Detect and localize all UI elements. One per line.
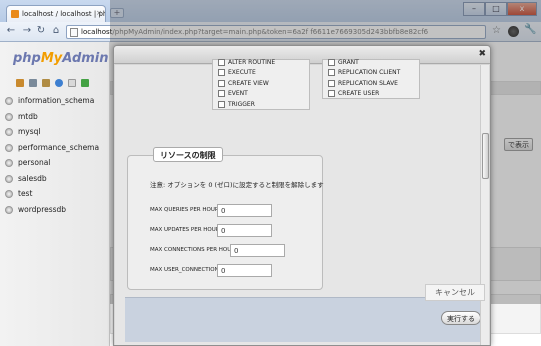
database-icon xyxy=(5,128,13,136)
forward-arrow-icon[interactable]: → xyxy=(20,25,34,36)
privilege-label: TRIGGER xyxy=(228,101,255,108)
privilege-label: GRANT xyxy=(338,59,359,66)
max-user-connections-input[interactable]: 0 xyxy=(217,264,272,277)
home-icon[interactable] xyxy=(16,79,24,87)
checkbox[interactable] xyxy=(218,59,225,66)
dialog-footer: 実行する xyxy=(125,297,481,342)
dialog-close-icon[interactable]: ✖ xyxy=(478,49,486,59)
max-queries-input[interactable]: 0 xyxy=(217,204,272,217)
checkbox[interactable] xyxy=(328,59,335,66)
privilege-label: CREATE VIEW xyxy=(228,80,269,87)
logo-admin-text: Admin xyxy=(62,51,109,66)
nav-icon-row xyxy=(16,79,89,87)
help-icon[interactable] xyxy=(55,79,63,87)
database-icon xyxy=(5,190,13,198)
privilege-label: EXECUTE xyxy=(228,69,256,76)
docs-icon[interactable] xyxy=(68,79,76,87)
checkbox[interactable] xyxy=(328,90,335,97)
database-list: information_schema mtdb mysql performanc… xyxy=(4,96,108,220)
privilege-label: ALTER ROUTINE xyxy=(228,59,276,66)
max-user-connections-label: MAX USER_CONNECTIONS xyxy=(150,267,223,273)
phpmyadmin-logo[interactable]: phpMyAdmin xyxy=(13,51,109,66)
privilege-label: REPLICATION SLAVE xyxy=(338,80,398,87)
database-item[interactable]: performance_schema xyxy=(4,143,108,159)
database-icon xyxy=(5,159,13,167)
privilege-label: REPLICATION CLIENT xyxy=(338,69,401,76)
privilege-checkbox[interactable]: CREATE VIEW xyxy=(218,79,269,88)
privilege-checkbox[interactable]: EXECUTE xyxy=(218,68,256,77)
database-item[interactable]: mtdb xyxy=(4,112,108,128)
database-name: mtdb xyxy=(18,111,38,121)
database-item[interactable]: wordpressdb xyxy=(4,205,108,221)
page-icon xyxy=(70,28,78,37)
url-host: localhost xyxy=(81,28,113,36)
max-connections-input[interactable]: 0 xyxy=(230,244,285,257)
resource-limits-legend: リソースの制限 xyxy=(153,147,223,162)
logo-my-text: My xyxy=(40,51,63,66)
scrollbar-thumb[interactable] xyxy=(482,133,489,179)
go-button[interactable]: 実行する xyxy=(441,311,481,325)
checkbox[interactable] xyxy=(218,101,225,108)
database-icon xyxy=(5,143,13,152)
database-icon xyxy=(5,205,13,214)
logout-icon[interactable] xyxy=(29,79,37,87)
dialog-body: ALTER ROUTINE EXECUTE CREATE VIEW EVENT … xyxy=(115,59,481,345)
privilege-checkbox[interactable]: REPLICATION CLIENT xyxy=(328,68,400,77)
reload-icon[interactable]: ↻ xyxy=(34,25,48,36)
reload-nav-icon[interactable] xyxy=(81,79,89,87)
database-item[interactable]: mysql xyxy=(4,127,108,143)
max-updates-label: MAX UPDATES PER HOUR xyxy=(150,227,220,233)
admin-privileges-box: GRANT REPLICATION CLIENT REPLICATION SLA… xyxy=(322,59,420,99)
max-connections-label: MAX CONNECTIONS PER HOUR xyxy=(150,247,236,253)
privilege-label: EVENT xyxy=(228,90,248,97)
database-icon xyxy=(5,97,13,105)
tab-close-icon[interactable]: × xyxy=(96,9,102,17)
query-window-icon[interactable] xyxy=(42,79,50,87)
zero-limit-note: 注意: オプションを 0 (ゼロ)に設定すると制限を解除します xyxy=(150,181,324,189)
checkbox[interactable] xyxy=(328,69,335,76)
favicon-icon xyxy=(11,10,19,18)
dialog-scrollbar[interactable] xyxy=(480,65,489,345)
routine-privileges-box: ALTER ROUTINE EXECUTE CREATE VIEW EVENT … xyxy=(212,59,310,110)
database-name: information_schema xyxy=(18,96,95,105)
browser-tab[interactable]: localhost / localhost | phpM × xyxy=(6,5,106,22)
database-icon xyxy=(5,112,13,121)
database-item[interactable]: personal xyxy=(4,158,108,174)
max-queries-label: MAX QUERIES PER HOUR xyxy=(150,207,219,213)
privilege-checkbox[interactable]: GRANT xyxy=(328,58,359,67)
checkbox[interactable] xyxy=(328,80,335,87)
max-updates-input[interactable]: 0 xyxy=(217,224,272,237)
privilege-label: CREATE USER xyxy=(338,90,380,97)
database-name: performance_schema xyxy=(18,142,100,152)
checkbox[interactable] xyxy=(218,69,225,76)
privilege-checkbox[interactable]: ALTER ROUTINE xyxy=(218,58,275,67)
tab-title: localhost / localhost | phpM xyxy=(22,10,105,18)
privilege-checkbox[interactable]: CREATE USER xyxy=(328,89,379,98)
database-name: salesdb xyxy=(18,173,47,183)
database-item[interactable]: information_schema xyxy=(4,96,108,112)
home-icon[interactable]: ⌂ xyxy=(49,25,63,36)
privilege-checkbox[interactable]: TRIGGER xyxy=(218,100,255,109)
database-item[interactable]: test xyxy=(4,189,108,205)
back-arrow-icon[interactable]: ← xyxy=(4,25,18,36)
database-name: personal xyxy=(18,158,51,167)
checkbox[interactable] xyxy=(218,90,225,97)
pma-navigation-panel: phpMyAdmin information_schema mtdb mysql… xyxy=(0,42,110,346)
privilege-checkbox[interactable]: REPLICATION SLAVE xyxy=(328,79,398,88)
database-icon xyxy=(5,174,13,183)
database-item[interactable]: salesdb xyxy=(4,174,108,190)
logo-php-text: php xyxy=(13,51,41,66)
checkbox[interactable] xyxy=(218,80,225,87)
database-name: test xyxy=(18,189,33,198)
cancel-button[interactable]: キャンセル xyxy=(425,284,485,301)
privilege-checkbox[interactable]: EVENT xyxy=(218,89,248,98)
database-name: wordpressdb xyxy=(18,204,67,214)
database-name: mysql xyxy=(18,127,41,136)
